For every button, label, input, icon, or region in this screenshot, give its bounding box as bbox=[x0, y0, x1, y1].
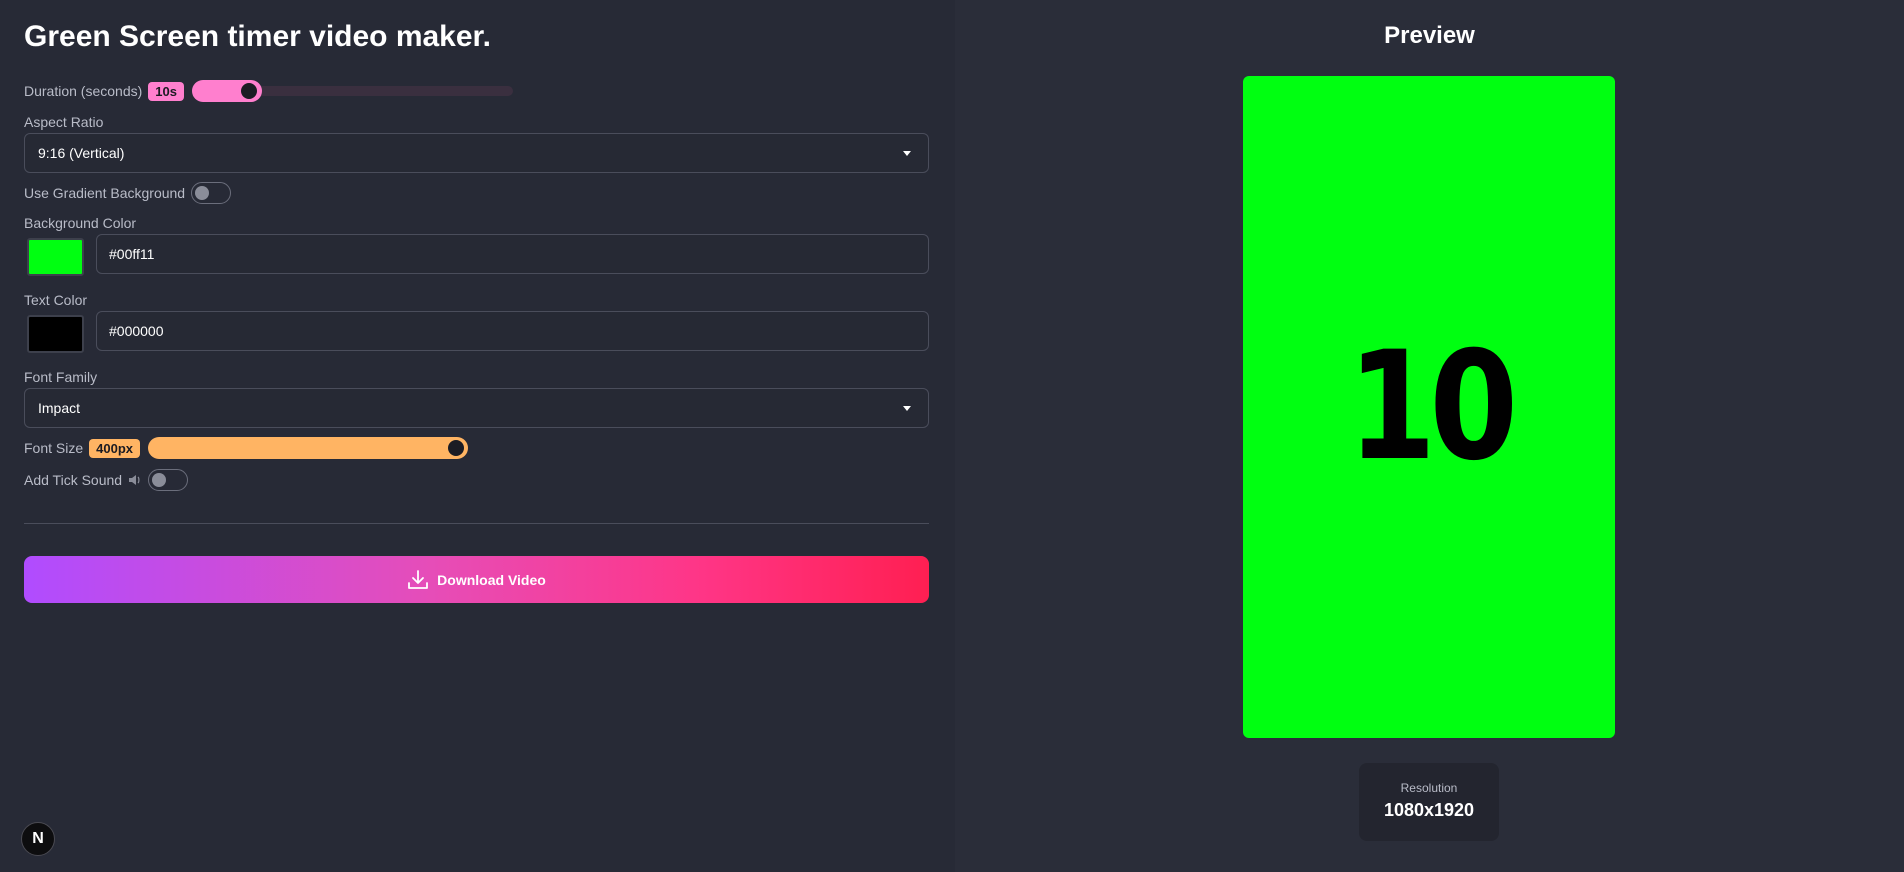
tick-sound-label: Add Tick Sound bbox=[24, 472, 123, 488]
text-color-input[interactable]: #000000 bbox=[96, 311, 929, 351]
download-video-label: Download Video bbox=[437, 571, 546, 588]
tick-sound-toggle[interactable] bbox=[148, 469, 189, 491]
preview-panel: Preview 10 Resolution 1080x1920 bbox=[955, 0, 1904, 872]
font-size-slider[interactable] bbox=[148, 437, 469, 459]
duration-slider-thumb[interactable] bbox=[240, 83, 257, 99]
download-video-button[interactable]: Download Video bbox=[24, 556, 929, 603]
font-family-value: Impact bbox=[38, 400, 81, 416]
resolution-value: 1080x1920 bbox=[1383, 800, 1475, 820]
duration-label: Duration (seconds) bbox=[24, 83, 143, 99]
download-icon bbox=[407, 569, 437, 591]
duration-row: Duration (seconds) 10s bbox=[24, 80, 513, 102]
background-color-value: #00ff11 bbox=[109, 246, 155, 262]
aspect-ratio-label: Aspect Ratio bbox=[24, 114, 104, 130]
background-color-input[interactable]: #00ff11 bbox=[96, 234, 929, 274]
preview-canvas: 10 bbox=[1243, 76, 1615, 738]
speaker-icon bbox=[128, 474, 142, 486]
font-size-label: Font Size bbox=[24, 440, 84, 456]
gradient-toggle-knob bbox=[195, 186, 210, 200]
resolution-label: Resolution bbox=[1400, 781, 1458, 795]
font-family-select[interactable]: Impact bbox=[24, 388, 929, 428]
chevron-down-icon bbox=[903, 151, 911, 156]
text-color-label: Text Color bbox=[24, 292, 88, 308]
chevron-down-icon bbox=[903, 406, 911, 411]
page-title: Green Screen timer video maker. bbox=[24, 20, 491, 53]
font-size-slider-thumb[interactable] bbox=[448, 440, 465, 456]
background-color-label: Background Color bbox=[24, 215, 137, 231]
duration-slider[interactable] bbox=[191, 80, 513, 102]
framework-badge-icon[interactable]: N bbox=[21, 822, 55, 856]
font-size-slider-fill bbox=[148, 437, 469, 459]
text-color-swatch[interactable] bbox=[27, 315, 84, 353]
font-size-badge: 400px bbox=[89, 438, 141, 458]
resolution-card: Resolution 1080x1920 bbox=[1359, 763, 1499, 841]
duration-badge: 10s bbox=[148, 81, 184, 101]
preview-title: Preview bbox=[1384, 22, 1475, 49]
divider bbox=[24, 523, 929, 524]
background-color-swatch[interactable] bbox=[27, 238, 84, 276]
gradient-row: Use Gradient Background bbox=[24, 182, 232, 204]
aspect-ratio-value: 9:16 (Vertical) bbox=[38, 145, 125, 161]
text-color-value: #000000 bbox=[109, 323, 164, 339]
countdown-number: 10 bbox=[1347, 320, 1518, 494]
font-size-row: Font Size 400px bbox=[24, 437, 469, 459]
gradient-toggle[interactable] bbox=[191, 182, 232, 204]
tick-sound-toggle-knob bbox=[152, 473, 167, 487]
gradient-label: Use Gradient Background bbox=[24, 185, 186, 201]
framework-badge-label: N bbox=[32, 830, 44, 847]
tick-sound-row: Add Tick Sound bbox=[24, 469, 189, 491]
font-family-label: Font Family bbox=[24, 369, 98, 385]
aspect-ratio-select[interactable]: 9:16 (Vertical) bbox=[24, 133, 929, 173]
